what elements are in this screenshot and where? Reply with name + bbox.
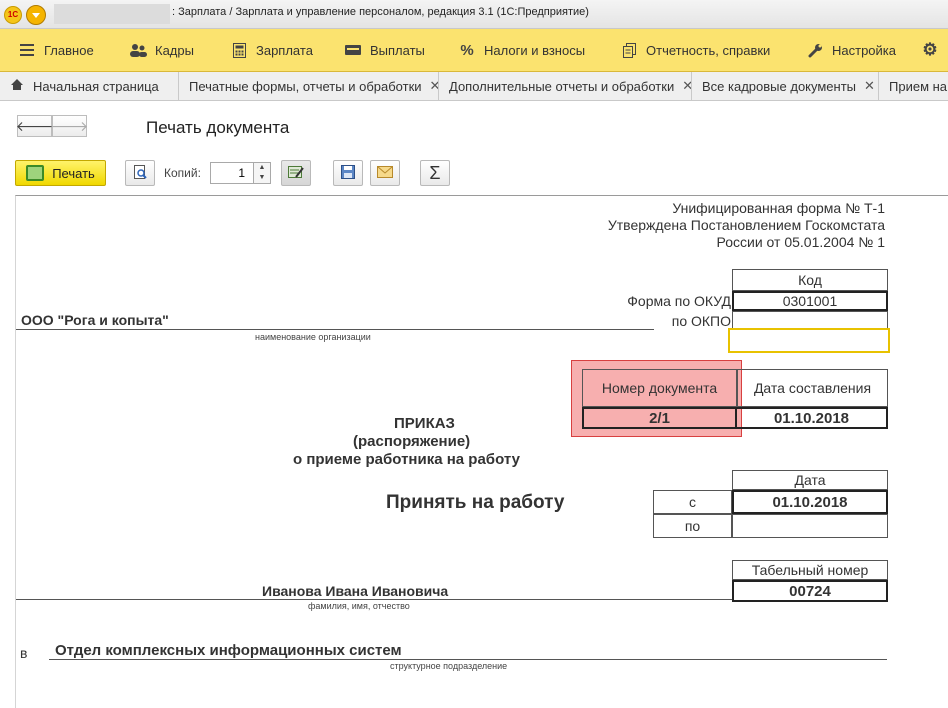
edit-button[interactable] [281,160,311,186]
save-button[interactable] [333,160,363,186]
open-tabs-bar: Начальная страница Печатные формы, отчет… [0,72,948,101]
home-icon [10,78,24,94]
section-panel: Главное Кадры Зарплата Выплаты % Налоги и… [0,29,948,72]
order-description: о приеме работника на работу [293,451,520,468]
department-line [49,659,887,660]
tab-print-forms[interactable]: Печатные формы, отчеты и обработки ✕ [179,72,439,100]
copies-spinner[interactable]: ▲ ▼ [253,162,271,184]
section-label: Кадры [155,42,194,58]
forward-button[interactable]: 🡒 [50,115,89,137]
doc-date: 01.10.2018 [735,407,888,429]
section-label: Налоги и взносы [484,42,586,58]
period-from-value: 01.10.2018 [732,490,888,514]
preview-button[interactable] [125,160,155,186]
close-icon[interactable]: ✕ [430,78,438,94]
doc-date-header: Дата составления [737,369,888,407]
hamburger-icon [18,41,36,59]
selected-cell[interactable] [728,328,890,353]
hire-title: Принять на работу [386,492,565,513]
redacted-area [54,4,170,24]
employee-caption: фамилия, имя, отчество [308,601,410,611]
app-logo: 1С [4,6,22,24]
section-label: Главное [44,42,94,58]
gear-icon: ⚙ [922,40,938,59]
tab-hr-documents[interactable]: Все кадровые документы ✕ [692,72,879,100]
print-button[interactable]: Печать [15,160,106,186]
edit-icon [287,164,305,183]
okpo-value [732,311,888,329]
order-title: ПРИКАЗ [394,415,455,432]
section-label: Отчетность, справки [646,42,771,58]
close-icon[interactable]: ✕ [864,78,875,94]
tab-additional-reports[interactable]: Дополнительные отчеты и обработки ✕ [439,72,692,100]
spreadsheet-document[interactable]: Унифицированная форма № Т-1 Утверждена П… [15,195,948,708]
sum-button[interactable]: Σ [420,160,450,186]
page-title: Печать документа [146,118,290,137]
period-from-label: с [653,490,732,514]
tab-label: Прием на [889,78,948,94]
organization-line [16,329,654,330]
section-hr[interactable]: Кадры [129,29,194,71]
percent-icon: % [460,41,474,59]
preview-icon [132,164,148,183]
section-settings[interactable]: Настройка [806,29,896,71]
code-header: Код [732,269,888,291]
tab-number: 00724 [732,580,888,602]
tab-home[interactable]: Начальная страница [0,72,179,100]
envelope-icon [377,165,393,181]
section-label: Настройка [832,42,896,58]
form-line-1: Унифицированная форма № Т-1 [672,200,885,216]
tab-label: Все кадровые документы [702,78,857,94]
printer-icon [26,165,45,181]
section-reports[interactable]: Отчетность, справки [620,29,770,71]
gear-button[interactable]: ⚙ [921,29,947,71]
tab-number-header: Табельный номер [732,560,888,580]
tab-label: Дополнительные отчеты и обработки [449,78,675,94]
people-icon [129,41,147,59]
main-menu-button[interactable] [26,5,46,25]
doc-number: 2/1 [582,407,737,429]
okpo-label: по ОКПО [671,313,731,329]
wrench-icon [806,41,824,59]
period-date-header: Дата [732,470,888,490]
email-button[interactable] [370,160,400,186]
sigma-icon: Σ [429,162,441,183]
save-icon [341,164,355,182]
employee-name: Иванова Ивана Ивановича [262,583,449,599]
arrow-left-icon: 🡐 [15,117,54,134]
copies-label: Копий: [164,166,201,180]
calculator-icon [230,41,248,59]
tab-label: Печатные формы, отчеты и обработки [189,78,422,94]
report-icon [620,41,638,59]
organization-name: ООО "Рога и копыта" [21,312,169,328]
tab-label: Начальная страница [33,78,159,94]
section-label: Выплаты [370,42,425,58]
period-to-value [732,514,888,538]
employee-line [16,599,732,600]
department-caption: структурное подразделение [390,661,508,671]
section-label: Зарплата [256,42,313,58]
print-label: Печать [52,165,95,181]
section-taxes[interactable]: % Налоги и взносы [458,29,585,71]
section-salary[interactable]: Зарплата [230,29,313,71]
title-bar: 1С : Зарплата / Зарплата и управление пе… [0,0,948,29]
window-title: : Зарплата / Зарплата и управление персо… [172,6,589,18]
close-icon[interactable]: ✕ [682,78,691,94]
order-subtitle: (распоряжение) [353,433,471,450]
section-payments[interactable]: Выплаты [344,29,425,71]
form-line-2: Утверждена Постановлением Госкомстата [607,217,885,233]
back-button[interactable]: 🡐 [15,115,54,137]
organization-caption: наименование организации [255,332,371,342]
department: Отдел комплексных информационных систем [55,642,402,659]
section-main[interactable]: Главное [18,29,94,71]
doc-number-header: Номер документа [582,369,737,407]
wallet-icon [344,41,362,59]
okud-value: 0301001 [732,291,888,311]
arrow-right-icon: 🡒 [50,117,89,134]
in-label: в [20,645,28,661]
form-line-3: России от 05.01.2004 № 1 [716,234,885,250]
period-to-label: по [653,514,732,538]
tab-hire[interactable]: Прием на [879,72,948,100]
okud-label: Форма по ОКУД [627,293,731,309]
